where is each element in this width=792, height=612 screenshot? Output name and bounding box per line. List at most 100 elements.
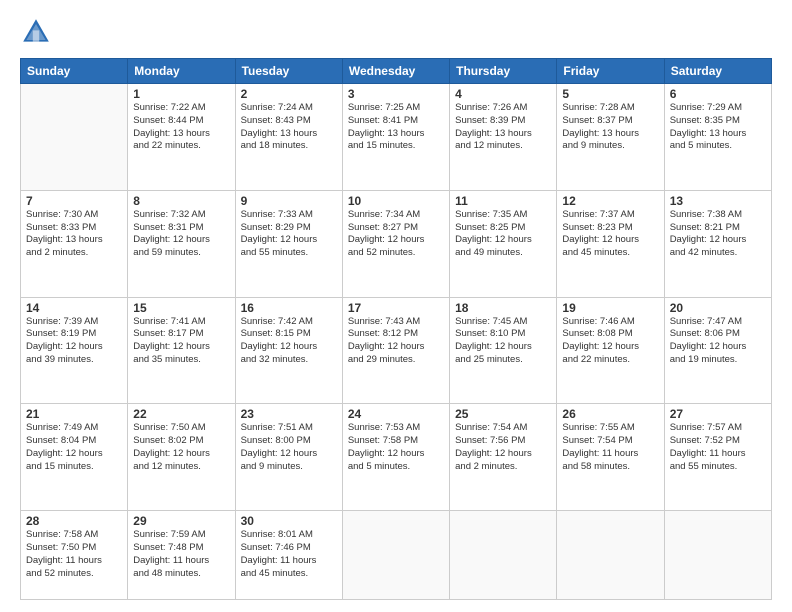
day-number: 14	[26, 301, 122, 315]
day-info: Sunrise: 7:58 AMSunset: 7:50 PMDaylight:…	[26, 529, 122, 580]
calendar-cell: 7Sunrise: 7:30 AMSunset: 8:33 PMDaylight…	[21, 190, 128, 297]
calendar-cell	[21, 84, 128, 191]
day-number: 27	[670, 407, 766, 421]
day-info: Sunrise: 8:01 AMSunset: 7:46 PMDaylight:…	[241, 529, 337, 580]
calendar-cell: 12Sunrise: 7:37 AMSunset: 8:23 PMDayligh…	[557, 190, 664, 297]
calendar-cell	[342, 511, 449, 600]
day-number: 18	[455, 301, 551, 315]
calendar-cell: 17Sunrise: 7:43 AMSunset: 8:12 PMDayligh…	[342, 297, 449, 404]
day-info: Sunrise: 7:59 AMSunset: 7:48 PMDaylight:…	[133, 529, 229, 580]
day-number: 20	[670, 301, 766, 315]
day-number: 26	[562, 407, 658, 421]
calendar-cell: 16Sunrise: 7:42 AMSunset: 8:15 PMDayligh…	[235, 297, 342, 404]
calendar-cell: 25Sunrise: 7:54 AMSunset: 7:56 PMDayligh…	[450, 404, 557, 511]
calendar-cell: 1Sunrise: 7:22 AMSunset: 8:44 PMDaylight…	[128, 84, 235, 191]
day-info: Sunrise: 7:30 AMSunset: 8:33 PMDaylight:…	[26, 209, 122, 260]
calendar-week-2: 7Sunrise: 7:30 AMSunset: 8:33 PMDaylight…	[21, 190, 772, 297]
col-header-monday: Monday	[128, 59, 235, 84]
day-info: Sunrise: 7:29 AMSunset: 8:35 PMDaylight:…	[670, 102, 766, 153]
calendar-cell: 30Sunrise: 8:01 AMSunset: 7:46 PMDayligh…	[235, 511, 342, 600]
calendar-week-3: 14Sunrise: 7:39 AMSunset: 8:19 PMDayligh…	[21, 297, 772, 404]
day-info: Sunrise: 7:42 AMSunset: 8:15 PMDaylight:…	[241, 316, 337, 367]
day-number: 5	[562, 87, 658, 101]
col-header-tuesday: Tuesday	[235, 59, 342, 84]
calendar-cell: 24Sunrise: 7:53 AMSunset: 7:58 PMDayligh…	[342, 404, 449, 511]
calendar-cell: 21Sunrise: 7:49 AMSunset: 8:04 PMDayligh…	[21, 404, 128, 511]
day-number: 29	[133, 514, 229, 528]
day-number: 3	[348, 87, 444, 101]
day-info: Sunrise: 7:25 AMSunset: 8:41 PMDaylight:…	[348, 102, 444, 153]
day-number: 7	[26, 194, 122, 208]
day-info: Sunrise: 7:45 AMSunset: 8:10 PMDaylight:…	[455, 316, 551, 367]
calendar-cell: 10Sunrise: 7:34 AMSunset: 8:27 PMDayligh…	[342, 190, 449, 297]
col-header-sunday: Sunday	[21, 59, 128, 84]
day-info: Sunrise: 7:34 AMSunset: 8:27 PMDaylight:…	[348, 209, 444, 260]
day-info: Sunrise: 7:24 AMSunset: 8:43 PMDaylight:…	[241, 102, 337, 153]
day-info: Sunrise: 7:28 AMSunset: 8:37 PMDaylight:…	[562, 102, 658, 153]
calendar-cell: 26Sunrise: 7:55 AMSunset: 7:54 PMDayligh…	[557, 404, 664, 511]
calendar-cell: 28Sunrise: 7:58 AMSunset: 7:50 PMDayligh…	[21, 511, 128, 600]
day-number: 23	[241, 407, 337, 421]
day-number: 9	[241, 194, 337, 208]
day-number: 13	[670, 194, 766, 208]
calendar-cell: 23Sunrise: 7:51 AMSunset: 8:00 PMDayligh…	[235, 404, 342, 511]
day-info: Sunrise: 7:49 AMSunset: 8:04 PMDaylight:…	[26, 422, 122, 473]
calendar-cell: 3Sunrise: 7:25 AMSunset: 8:41 PMDaylight…	[342, 84, 449, 191]
day-info: Sunrise: 7:41 AMSunset: 8:17 PMDaylight:…	[133, 316, 229, 367]
calendar: SundayMondayTuesdayWednesdayThursdayFrid…	[20, 58, 772, 600]
day-number: 17	[348, 301, 444, 315]
calendar-cell: 4Sunrise: 7:26 AMSunset: 8:39 PMDaylight…	[450, 84, 557, 191]
day-info: Sunrise: 7:53 AMSunset: 7:58 PMDaylight:…	[348, 422, 444, 473]
calendar-header-row: SundayMondayTuesdayWednesdayThursdayFrid…	[21, 59, 772, 84]
day-info: Sunrise: 7:54 AMSunset: 7:56 PMDaylight:…	[455, 422, 551, 473]
day-number: 19	[562, 301, 658, 315]
day-number: 25	[455, 407, 551, 421]
day-info: Sunrise: 7:26 AMSunset: 8:39 PMDaylight:…	[455, 102, 551, 153]
day-number: 21	[26, 407, 122, 421]
day-number: 30	[241, 514, 337, 528]
day-number: 24	[348, 407, 444, 421]
calendar-cell	[557, 511, 664, 600]
calendar-cell: 29Sunrise: 7:59 AMSunset: 7:48 PMDayligh…	[128, 511, 235, 600]
header	[20, 16, 772, 48]
calendar-cell: 18Sunrise: 7:45 AMSunset: 8:10 PMDayligh…	[450, 297, 557, 404]
logo-icon	[20, 16, 52, 48]
calendar-week-4: 21Sunrise: 7:49 AMSunset: 8:04 PMDayligh…	[21, 404, 772, 511]
day-info: Sunrise: 7:47 AMSunset: 8:06 PMDaylight:…	[670, 316, 766, 367]
day-number: 4	[455, 87, 551, 101]
day-info: Sunrise: 7:32 AMSunset: 8:31 PMDaylight:…	[133, 209, 229, 260]
calendar-week-1: 1Sunrise: 7:22 AMSunset: 8:44 PMDaylight…	[21, 84, 772, 191]
day-info: Sunrise: 7:57 AMSunset: 7:52 PMDaylight:…	[670, 422, 766, 473]
col-header-wednesday: Wednesday	[342, 59, 449, 84]
calendar-cell: 20Sunrise: 7:47 AMSunset: 8:06 PMDayligh…	[664, 297, 771, 404]
calendar-cell: 2Sunrise: 7:24 AMSunset: 8:43 PMDaylight…	[235, 84, 342, 191]
day-info: Sunrise: 7:33 AMSunset: 8:29 PMDaylight:…	[241, 209, 337, 260]
calendar-cell	[664, 511, 771, 600]
calendar-cell: 22Sunrise: 7:50 AMSunset: 8:02 PMDayligh…	[128, 404, 235, 511]
day-number: 8	[133, 194, 229, 208]
day-number: 22	[133, 407, 229, 421]
calendar-cell: 14Sunrise: 7:39 AMSunset: 8:19 PMDayligh…	[21, 297, 128, 404]
col-header-friday: Friday	[557, 59, 664, 84]
day-number: 6	[670, 87, 766, 101]
day-number: 16	[241, 301, 337, 315]
day-number: 15	[133, 301, 229, 315]
day-number: 2	[241, 87, 337, 101]
day-info: Sunrise: 7:46 AMSunset: 8:08 PMDaylight:…	[562, 316, 658, 367]
calendar-cell: 6Sunrise: 7:29 AMSunset: 8:35 PMDaylight…	[664, 84, 771, 191]
calendar-cell	[450, 511, 557, 600]
day-info: Sunrise: 7:55 AMSunset: 7:54 PMDaylight:…	[562, 422, 658, 473]
calendar-cell: 8Sunrise: 7:32 AMSunset: 8:31 PMDaylight…	[128, 190, 235, 297]
day-info: Sunrise: 7:38 AMSunset: 8:21 PMDaylight:…	[670, 209, 766, 260]
calendar-cell: 9Sunrise: 7:33 AMSunset: 8:29 PMDaylight…	[235, 190, 342, 297]
calendar-cell: 13Sunrise: 7:38 AMSunset: 8:21 PMDayligh…	[664, 190, 771, 297]
day-info: Sunrise: 7:37 AMSunset: 8:23 PMDaylight:…	[562, 209, 658, 260]
day-number: 12	[562, 194, 658, 208]
calendar-cell: 15Sunrise: 7:41 AMSunset: 8:17 PMDayligh…	[128, 297, 235, 404]
col-header-saturday: Saturday	[664, 59, 771, 84]
day-info: Sunrise: 7:22 AMSunset: 8:44 PMDaylight:…	[133, 102, 229, 153]
day-info: Sunrise: 7:35 AMSunset: 8:25 PMDaylight:…	[455, 209, 551, 260]
day-info: Sunrise: 7:39 AMSunset: 8:19 PMDaylight:…	[26, 316, 122, 367]
day-number: 10	[348, 194, 444, 208]
calendar-week-5: 28Sunrise: 7:58 AMSunset: 7:50 PMDayligh…	[21, 511, 772, 600]
